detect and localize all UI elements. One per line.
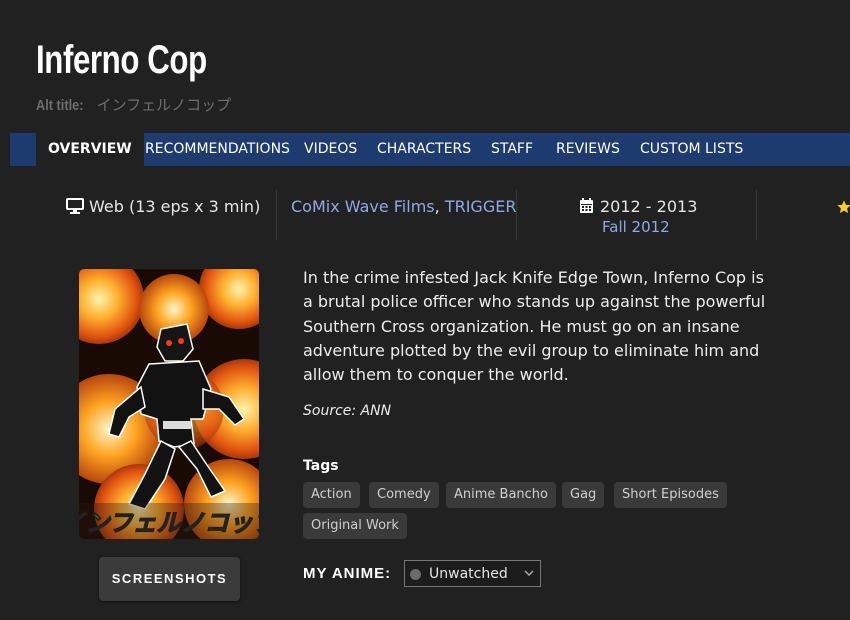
- info-divider: [756, 190, 757, 240]
- alt-title: Alt title: インフェルノコップ: [36, 94, 231, 115]
- year-range: 2012 - 2013: [600, 197, 698, 216]
- tab-navigation: OVERVIEW RECOMMENDATIONS VIDEOS CHARACTE…: [10, 133, 850, 166]
- alt-title-label: Alt title:: [36, 97, 84, 114]
- monitor-icon: [66, 198, 84, 214]
- tag-anime-bancho[interactable]: Anime Bancho: [446, 482, 557, 508]
- tab-staff[interactable]: STAFF: [479, 133, 545, 166]
- watch-status-select[interactable]: Unwatched: [404, 560, 541, 587]
- star-icon: [837, 200, 850, 214]
- cover-image[interactable]: インフェルノコップ: [79, 269, 259, 539]
- tag-action[interactable]: Action: [303, 482, 360, 508]
- tag-gag[interactable]: Gag: [562, 482, 605, 508]
- page-title: Inferno Cop: [36, 38, 207, 82]
- tab-videos[interactable]: VIDEOS: [292, 133, 369, 166]
- status-dot: [410, 569, 421, 580]
- studio-link-trigger[interactable]: TRIGGER: [445, 197, 517, 216]
- info-row: Web (13 eps x 3 min) CoMix Wave Films, T…: [0, 190, 850, 240]
- calendar-icon: [580, 198, 593, 213]
- tab-reviews[interactable]: REVIEWS: [544, 133, 632, 166]
- status-value: Unwatched: [429, 566, 508, 582]
- screenshots-button[interactable]: SCREENSHOTS: [99, 557, 240, 601]
- my-anime-label: MY ANIME:: [303, 565, 392, 582]
- tab-custom-lists[interactable]: CUSTOM LISTS: [628, 133, 755, 166]
- tab-characters[interactable]: CHARACTERS: [365, 133, 483, 166]
- tags-heading: Tags: [303, 458, 339, 474]
- synopsis-text: In the crime infested Jack Knife Edge To…: [303, 268, 766, 385]
- format-info: Web (13 eps x 3 min): [66, 197, 260, 216]
- chevron-down-icon: [524, 570, 534, 577]
- studio-separator: ,: [434, 197, 440, 216]
- info-divider: [276, 190, 277, 240]
- tag-original-work[interactable]: Original Work: [303, 513, 407, 539]
- studio-link-comix-wave[interactable]: CoMix Wave Films: [291, 197, 435, 216]
- tab-recommendations[interactable]: RECOMMENDATIONS: [133, 133, 302, 166]
- studios-info: CoMix Wave Films, TRIGGER: [291, 197, 516, 216]
- season-link[interactable]: Fall 2012: [602, 218, 697, 236]
- cover-illustration: インフェルノコップ: [79, 269, 259, 539]
- info-divider: [516, 190, 517, 240]
- synopsis-source: Source: ANN: [303, 403, 392, 419]
- poster-logo: インフェルノコップ: [79, 509, 259, 537]
- tag-short-episodes[interactable]: Short Episodes: [614, 482, 727, 508]
- alt-title-value: インフェルノコップ: [96, 96, 232, 114]
- format-text: Web (13 eps x 3 min): [89, 197, 261, 216]
- tag-comedy[interactable]: Comedy: [369, 482, 439, 508]
- tab-overview[interactable]: OVERVIEW: [36, 133, 144, 166]
- date-info: 2012 - 2013 Fall 2012: [579, 197, 697, 236]
